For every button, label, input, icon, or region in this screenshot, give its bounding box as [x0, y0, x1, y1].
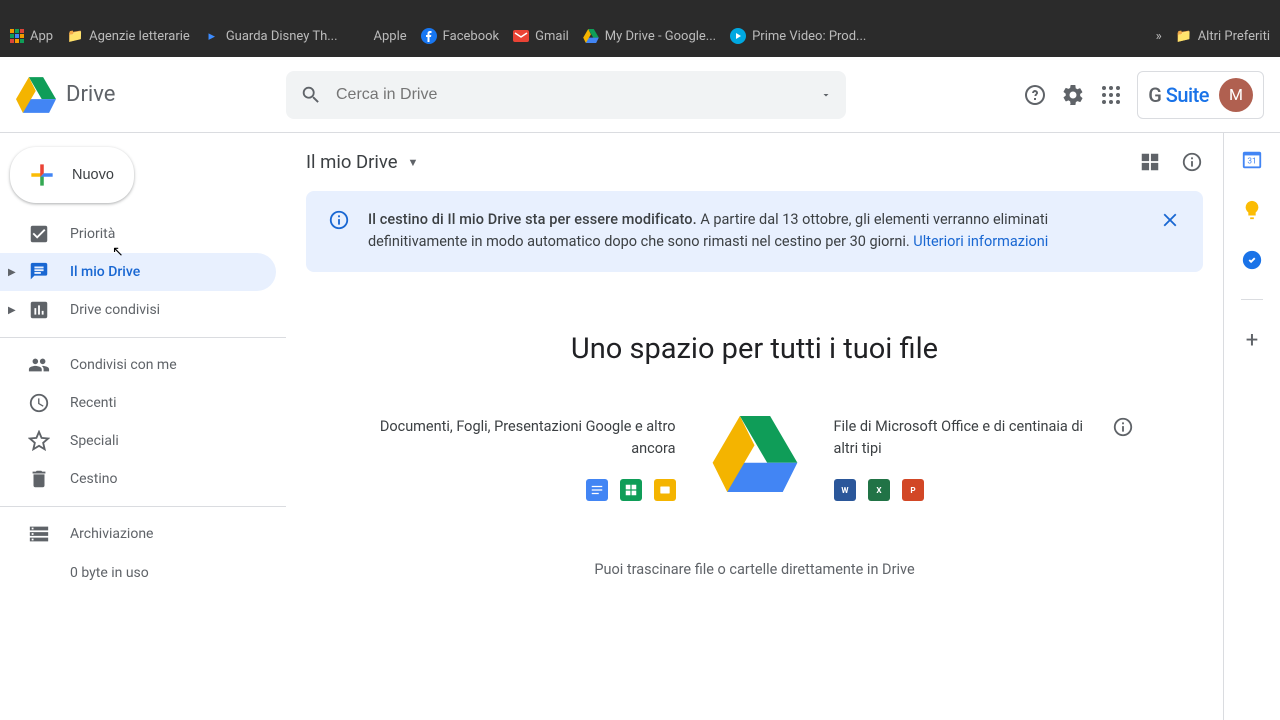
search-box[interactable]: [286, 71, 846, 119]
sidebar: Nuovo Priorità ▶ Il mio Drive ▶ Drive co…: [0, 133, 286, 720]
office-apps-icons: W X P: [834, 479, 1100, 501]
empty-subtext: Puoi trascinare file o cartelle direttam…: [306, 561, 1203, 578]
logo-area[interactable]: Drive: [16, 77, 286, 113]
shared-drives-icon: [28, 299, 50, 321]
app-header: Drive G Suite M: [0, 57, 1280, 133]
breadcrumb-title[interactable]: Il mio Drive: [306, 151, 398, 173]
bookmark-item[interactable]: ▸Guarda Disney Th...: [204, 28, 338, 44]
sidebar-item-recent[interactable]: Recenti: [0, 384, 276, 422]
bookmark-item[interactable]: Facebook: [421, 28, 499, 44]
search-input[interactable]: [336, 86, 806, 104]
sidebar-item-label: Il mio Drive: [70, 264, 140, 280]
empty-right-text: File di Microsoft Office e di centinaia …: [834, 416, 1100, 460]
storage-usage: 0 byte in uso: [0, 553, 286, 593]
sidebar-item-shared-with-me[interactable]: Condivisi con me: [0, 346, 276, 384]
sidebar-item-starred[interactable]: Speciali: [0, 422, 276, 460]
gsuite-button[interactable]: G Suite M: [1137, 71, 1264, 119]
chevron-right-icon[interactable]: ▶: [8, 267, 16, 278]
grid-view-icon[interactable]: [1139, 151, 1161, 173]
svg-text:31: 31: [1247, 157, 1256, 167]
help-icon[interactable]: [1023, 83, 1047, 107]
drive-logo-icon: [16, 77, 56, 113]
sidebar-item-label: Condivisi con me: [70, 357, 177, 373]
bookmark-item[interactable]: Gmail: [513, 28, 569, 44]
settings-icon[interactable]: [1061, 83, 1085, 107]
drive-logo-large: [712, 416, 798, 492]
word-icon: W: [834, 479, 856, 501]
priority-icon: [28, 223, 50, 245]
add-addon-icon[interactable]: +: [1246, 328, 1258, 353]
sidebar-item-label: Drive condivisi: [70, 302, 160, 318]
breadcrumb: Il mio Drive ▼: [306, 145, 1203, 179]
keep-icon[interactable]: [1241, 199, 1263, 221]
bookmark-item[interactable]: My Drive - Google...: [583, 28, 716, 44]
svg-text:P: P: [910, 485, 915, 495]
sidebar-item-mydrive[interactable]: ▶ Il mio Drive: [0, 253, 276, 291]
slides-icon: [654, 479, 676, 501]
sidebar-item-trash[interactable]: Cestino: [0, 460, 276, 498]
side-panel: 31 +: [1224, 133, 1280, 720]
clock-icon: [28, 392, 50, 414]
banner-link[interactable]: Ulteriori informazioni: [913, 233, 1048, 250]
docs-icon: [586, 479, 608, 501]
product-name: Drive: [66, 82, 115, 107]
search-options-icon[interactable]: [820, 89, 832, 101]
sidebar-item-storage[interactable]: Archiviazione: [0, 515, 276, 553]
new-button[interactable]: Nuovo: [10, 147, 134, 203]
plus-icon: [26, 159, 58, 191]
content-main: Il mio Drive ▼ Il cestino di Il mio Driv…: [286, 133, 1224, 720]
trash-icon: [28, 468, 50, 490]
sidebar-item-label: Archiviazione: [70, 526, 153, 542]
empty-left-text: Documenti, Fogli, Presentazioni Google e…: [376, 416, 676, 460]
gsuite-label: G Suite: [1148, 83, 1209, 107]
powerpoint-icon: P: [902, 479, 924, 501]
sidebar-item-label: Speciali: [70, 433, 119, 449]
empty-headline: Uno spazio per tutti i tuoi file: [306, 332, 1203, 366]
close-icon[interactable]: [1159, 209, 1181, 231]
avatar[interactable]: M: [1219, 78, 1253, 112]
empty-state: Uno spazio per tutti i tuoi file Documen…: [306, 332, 1203, 579]
sidebar-item-shared-drives[interactable]: ▶ Drive condivisi: [0, 291, 276, 329]
bookmarks-bar: App 📁Agenzie letterarie ▸Guarda Disney T…: [0, 15, 1280, 57]
people-icon: [28, 354, 50, 376]
svg-text:X: X: [876, 485, 882, 495]
bookmark-item[interactable]: Apple: [352, 28, 407, 44]
info-icon[interactable]: [1112, 416, 1134, 438]
sheets-icon: [620, 479, 642, 501]
excel-icon: X: [868, 479, 890, 501]
search-icon: [300, 84, 322, 106]
sidebar-item-label: Priorità: [70, 226, 115, 242]
banner-title: Il cestino di Il mio Drive sta per esser…: [368, 211, 697, 228]
calendar-icon[interactable]: 31: [1241, 149, 1263, 171]
info-banner: Il cestino di Il mio Drive sta per esser…: [306, 191, 1203, 272]
svg-text:W: W: [841, 485, 848, 495]
apps-grid-icon[interactable]: [1099, 83, 1123, 107]
info-icon: [328, 209, 350, 231]
tasks-icon[interactable]: [1241, 249, 1263, 271]
bookmark-item[interactable]: 📁Agenzie letterarie: [67, 28, 190, 44]
bookmark-other[interactable]: 📁Altri Preferiti: [1176, 28, 1270, 44]
sidebar-item-label: Recenti: [70, 395, 117, 411]
divider: [1241, 299, 1263, 300]
mydrive-icon: [28, 261, 50, 283]
details-icon[interactable]: [1181, 151, 1203, 173]
bookmark-overflow[interactable]: »: [1156, 29, 1162, 44]
sidebar-item-priority[interactable]: Priorità: [0, 215, 276, 253]
bookmark-apps[interactable]: App: [10, 29, 53, 44]
browser-toolbar: [0, 0, 1280, 15]
google-apps-icons: [376, 479, 676, 501]
bookmark-item[interactable]: Prime Video: Prod...: [730, 28, 866, 44]
star-icon: [28, 430, 50, 452]
sidebar-item-label: Cestino: [70, 471, 117, 487]
new-button-label: Nuovo: [72, 167, 114, 183]
storage-icon: [28, 523, 50, 545]
chevron-right-icon[interactable]: ▶: [8, 305, 16, 316]
chevron-down-icon[interactable]: ▼: [408, 156, 419, 169]
